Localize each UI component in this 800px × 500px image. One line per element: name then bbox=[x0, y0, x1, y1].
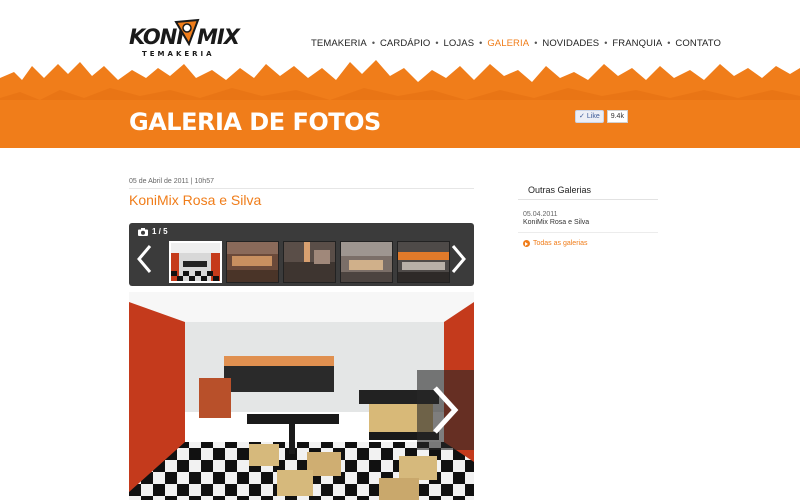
thumbnail-item[interactable] bbox=[283, 241, 336, 283]
nav-separator: • bbox=[435, 38, 439, 48]
facebook-like-widget: ✓ Like 9.4k bbox=[575, 109, 628, 123]
nav-separator: • bbox=[667, 38, 671, 48]
gallery-title: KoniMix Rosa e Silva bbox=[129, 192, 262, 208]
facebook-like-button[interactable]: ✓ Like bbox=[575, 109, 604, 123]
facebook-like-label: Like bbox=[586, 112, 600, 120]
nav-item-galeria[interactable]: GALERIA bbox=[487, 38, 529, 49]
thumbs-up-icon: ✓ bbox=[579, 113, 585, 120]
camera-icon bbox=[138, 227, 148, 236]
divider bbox=[518, 232, 658, 233]
all-galleries-link[interactable]: Todas as galerias bbox=[523, 240, 587, 247]
nav-item-temakeria[interactable]: TEMAKERIA bbox=[311, 38, 367, 49]
divider bbox=[518, 199, 658, 200]
all-galleries-label: Todas as galerias bbox=[533, 240, 588, 247]
nav-separator: • bbox=[479, 38, 483, 48]
konimix-logo[interactable]: KONI MIX TEMAKERIA bbox=[129, 18, 241, 62]
header-orange-banner bbox=[0, 60, 800, 148]
chevron-right-icon bbox=[433, 386, 459, 434]
logo-subtitle: TEMAKERIA bbox=[142, 50, 215, 58]
thumbnail-item[interactable] bbox=[340, 241, 393, 283]
chevron-right-icon[interactable] bbox=[448, 243, 468, 275]
thumbnail-item[interactable] bbox=[226, 241, 279, 283]
nav-item-contato[interactable]: CONTATO bbox=[675, 38, 721, 49]
nav-separator: • bbox=[604, 38, 608, 48]
nav-item-novidades[interactable]: NOVIDADES bbox=[542, 38, 599, 49]
arrow-circle-icon bbox=[523, 240, 530, 247]
photo-next-button[interactable] bbox=[417, 370, 474, 450]
logo-text-mix: MIX bbox=[197, 25, 240, 49]
nav-separator: • bbox=[534, 38, 538, 48]
sidebar-title: Outras Galerias bbox=[528, 185, 592, 195]
gallery-main-photo bbox=[129, 292, 474, 500]
photo-counter: 1 / 5 bbox=[138, 227, 168, 236]
thumbnail-carousel: 1 / 5 bbox=[129, 223, 474, 286]
nav-item-lojas[interactable]: LOJAS bbox=[444, 38, 475, 49]
sidebar-gallery-link[interactable]: KoniMix Rosa e Silva bbox=[523, 219, 589, 226]
facebook-like-count: 9.4k bbox=[606, 109, 628, 123]
thumbnail-item[interactable] bbox=[169, 241, 222, 283]
nav-item-cardapio[interactable]: CARDÁPIO bbox=[380, 38, 430, 49]
divider bbox=[129, 188, 474, 189]
site-header: KONI MIX TEMAKERIA TEMAKERIA • CARDÁPIO … bbox=[0, 0, 800, 148]
article-date: 05 de Abril de 2011 | 10h57 bbox=[129, 178, 214, 185]
thumbnail-item[interactable] bbox=[397, 241, 450, 283]
page-title: GALERIA DE FOTOS bbox=[129, 108, 381, 136]
sidebar-gallery-date: 05.04.2011 bbox=[523, 211, 558, 218]
thumbnail-list bbox=[169, 241, 450, 283]
photo-counter-text: 1 / 5 bbox=[152, 227, 168, 236]
chevron-left-icon[interactable] bbox=[135, 243, 155, 275]
nav-item-franquia[interactable]: FRANQUIA bbox=[612, 38, 662, 49]
main-nav: TEMAKERIA • CARDÁPIO • LOJAS • GALERIA •… bbox=[311, 36, 721, 50]
nav-separator: • bbox=[371, 38, 375, 48]
